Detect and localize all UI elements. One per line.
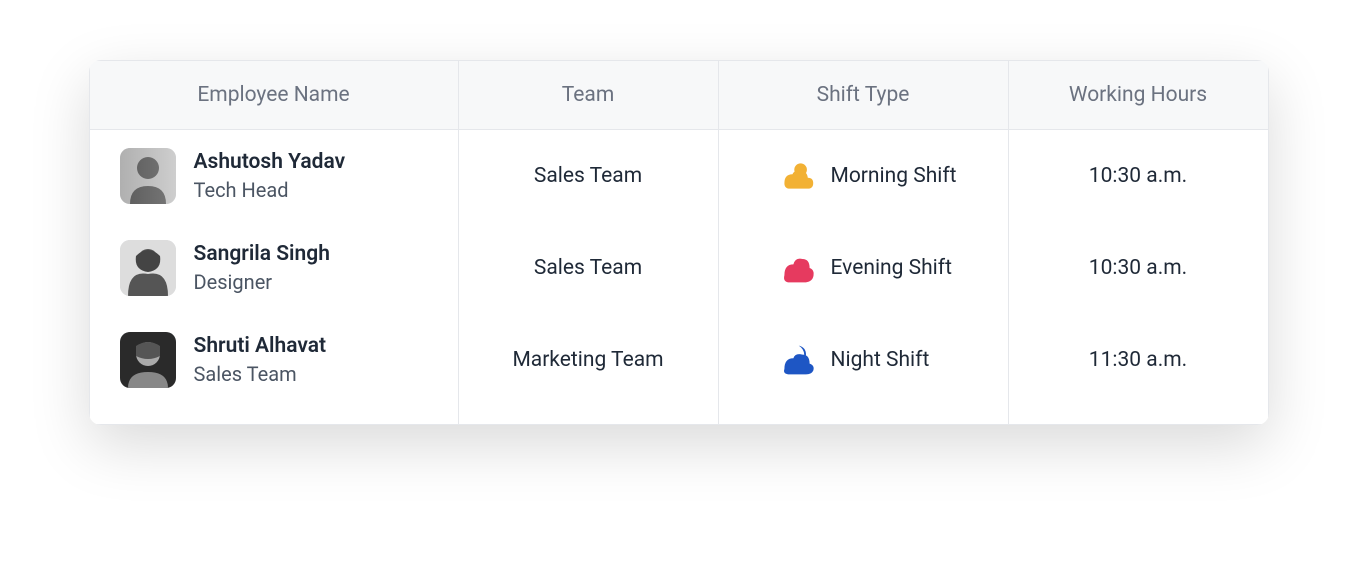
avatar <box>120 148 176 204</box>
employee-name: Shruti Alhavat <box>194 333 327 360</box>
col-header-team: Team <box>458 61 718 130</box>
team-cell: Sales Team <box>458 222 718 314</box>
employee-name: Sangrila Singh <box>194 241 330 268</box>
shift-cell: Night Shift <box>718 314 1008 425</box>
team-cell: Marketing Team <box>458 314 718 425</box>
employee-cell: Shruti Alhavat Sales Team <box>89 314 458 425</box>
team-cell: Sales Team <box>458 130 718 223</box>
employee-cell: Sangrila Singh Designer <box>89 222 458 314</box>
table-row[interactable]: Shruti Alhavat Sales Team Marketing Team… <box>89 314 1268 425</box>
col-header-shift: Shift Type <box>718 61 1008 130</box>
shift-label: Night Shift <box>831 348 930 372</box>
col-header-hours: Working Hours <box>1008 61 1268 130</box>
shift-label: Evening Shift <box>831 256 952 280</box>
avatar <box>120 332 176 388</box>
employee-shift-card: Employee Name Team Shift Type Working Ho… <box>89 60 1269 425</box>
sun-cloud-icon <box>779 158 815 194</box>
employee-role: Designer <box>194 269 330 295</box>
table-row[interactable]: Ashutosh Yadav Tech Head Sales Team Morn… <box>89 130 1268 223</box>
table-row[interactable]: Sangrila Singh Designer Sales Team Eveni… <box>89 222 1268 314</box>
shift-label: Morning Shift <box>831 164 957 188</box>
cloud-icon <box>779 250 815 286</box>
moon-cloud-icon <box>779 342 815 378</box>
employee-role: Sales Team <box>194 361 327 387</box>
employee-cell: Ashutosh Yadav Tech Head <box>89 130 458 223</box>
hours-cell: 10:30 a.m. <box>1008 222 1268 314</box>
employee-name: Ashutosh Yadav <box>194 149 346 176</box>
employee-role: Tech Head <box>194 177 346 203</box>
shift-cell: Morning Shift <box>718 130 1008 223</box>
shift-cell: Evening Shift <box>718 222 1008 314</box>
table-header-row: Employee Name Team Shift Type Working Ho… <box>89 61 1268 130</box>
employee-shift-table: Employee Name Team Shift Type Working Ho… <box>89 60 1269 425</box>
hours-cell: 10:30 a.m. <box>1008 130 1268 223</box>
avatar <box>120 240 176 296</box>
hours-cell: 11:30 a.m. <box>1008 314 1268 425</box>
col-header-name: Employee Name <box>89 61 458 130</box>
